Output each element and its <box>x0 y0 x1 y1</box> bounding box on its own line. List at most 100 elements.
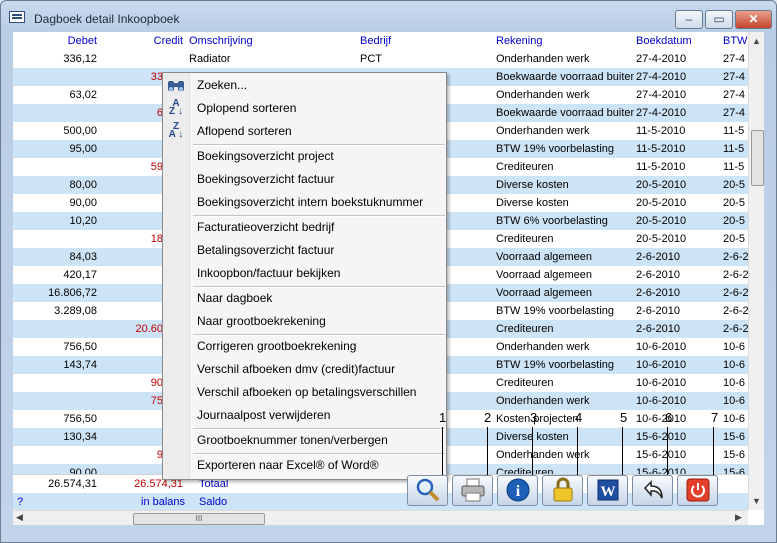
callout-number: 5 <box>620 410 628 425</box>
column-header-credit[interactable]: Credit <box>103 32 183 50</box>
table-row[interactable]: 336,12 Radiator PCT Onderhanden werk 27-4-20… <box>13 50 748 68</box>
cell-datum: 2-6-2010 <box>636 305 681 317</box>
callout-number: 3 <box>530 410 538 425</box>
close-button[interactable]: ✕ <box>735 10 772 29</box>
cell-rekening: Onderhanden werk <box>496 53 590 65</box>
lock-button[interactable] <box>542 475 583 506</box>
cell-debet: 63,02 <box>69 89 97 101</box>
column-header-debet[interactable]: Debet <box>13 32 97 50</box>
menu-item-verschil-afboeken-betalingsverschillen[interactable]: Verschil afboeken op betalingsverschille… <box>197 382 416 402</box>
menu-item-aflopend-sorteren[interactable]: Aflopend sorteren <box>197 121 292 141</box>
cell-debet: 10,20 <box>69 215 97 227</box>
cell-rekening: Voorraad algemeen <box>496 287 593 299</box>
cell-debet: 336,12 <box>63 53 97 65</box>
menu-item-zoeken[interactable]: Zoeken... <box>197 75 247 95</box>
cell-rekening: Kosten projecten <box>496 413 579 425</box>
exit-button[interactable] <box>677 475 718 506</box>
callout-number: 2 <box>484 410 492 425</box>
cell-credit: 90 <box>150 377 163 389</box>
cell-debet: 756,50 <box>63 413 97 425</box>
cell-rekening: Onderhanden werk <box>496 125 590 137</box>
cell-debet: 80,00 <box>69 179 97 191</box>
word-export-button[interactable]: W <box>587 475 628 506</box>
column-header-boekdatum[interactable]: Boekdatum <box>636 32 692 50</box>
cell-credit: 6 <box>156 107 163 119</box>
cell-datum: 27-4-2010 <box>636 53 687 65</box>
menu-item-naar-dagboek[interactable]: Naar dagboek <box>197 288 272 308</box>
vertical-scrollbar[interactable]: ▲ ▼ <box>748 32 764 510</box>
cell-datum: 2-6-2010 <box>636 251 681 263</box>
cell-datum: 11-5-2010 <box>636 125 686 137</box>
vertical-scroll-thumb[interactable] <box>751 130 764 186</box>
cell-rekening: Boekwaarde voorraad buiten <box>496 71 634 83</box>
cell-credit: 20.60 <box>135 323 163 335</box>
cell-datum: 2-6-2010 <box>636 269 681 281</box>
cell-rekening: Onderhanden werk <box>496 395 590 407</box>
callout-number: 1 <box>439 410 447 425</box>
cell-datum: 10-6-2010 <box>636 359 687 371</box>
cell-debet: 95,00 <box>69 143 97 155</box>
column-header-rekening[interactable]: Rekening <box>496 32 542 50</box>
minimize-button[interactable]: ‒ <box>675 10 703 29</box>
binoculars-icon <box>167 79 185 95</box>
cell-debet: 84,03 <box>69 251 97 263</box>
app-icon <box>9 11 25 23</box>
menu-item-inkoopbon-bekijken[interactable]: Inkoopbon/factuur bekijken <box>197 263 340 283</box>
column-header-btw[interactable]: BTW <box>723 32 747 50</box>
menu-item-boekingsoverzicht-project[interactable]: Boekingsoverzicht project <box>197 146 334 166</box>
scroll-right-icon[interactable]: ▶ <box>735 512 742 523</box>
menu-item-boekingsoverzicht-factuur[interactable]: Boekingsoverzicht factuur <box>197 169 334 189</box>
column-header-bedrijf[interactable]: Bedrijf <box>360 32 391 50</box>
scroll-down-icon[interactable]: ▼ <box>752 496 761 506</box>
menu-item-corrigeren-grootboekrekening[interactable]: Corrigeren grootboekrekening <box>197 336 356 356</box>
info-button[interactable]: i <box>497 475 538 506</box>
search-button[interactable] <box>407 475 448 506</box>
cell-rekening: BTW 19% voorbelasting <box>496 143 614 155</box>
cell-datum: 20-5-2010 <box>636 215 687 227</box>
cell-debet: 130,34 <box>63 431 97 443</box>
scroll-left-icon[interactable]: ◀ <box>16 512 23 523</box>
undo-button[interactable] <box>632 475 673 506</box>
cell-rekening: Onderhanden werk <box>496 89 590 101</box>
cell-rekening: Crediteuren <box>496 233 554 245</box>
menu-item-boekingsoverzicht-boekstuk[interactable]: Boekingsoverzicht intern boekstuknummer <box>197 192 423 212</box>
cell-debet: 90,00 <box>69 197 97 209</box>
context-menu: AZ ↓ ZA ↓ Zoeken... Oplopend sorteren Af… <box>162 72 447 480</box>
cell-rekening: Boekwaarde voorraad buiten <box>496 107 634 119</box>
cell-debet: 756,50 <box>63 341 97 353</box>
menu-item-naar-grootboekrekening[interactable]: Naar grootboekrekening <box>197 311 326 331</box>
magnifier-icon <box>416 478 439 502</box>
maximize-button[interactable]: ▭ <box>705 10 733 29</box>
cell-datum: 27-4-2010 <box>636 89 687 101</box>
cell-omschrijving: Radiator <box>189 53 231 65</box>
cell-bedrijf: PCT <box>360 53 382 65</box>
cell-datum: 11-5-2010 <box>636 161 686 173</box>
cell-rekening: Voorraad algemeen <box>496 251 593 263</box>
cell-datum: 20-5-2010 <box>636 197 687 209</box>
horizontal-scrollbar[interactable]: ◀ III ▶ <box>13 510 748 525</box>
menu-item-verschil-afboeken-factuur[interactable]: Verschil afboeken dmv (credit)factuur <box>197 359 395 379</box>
saldo-label: Saldo <box>199 496 228 508</box>
cell-rekening: Onderhanden werk <box>496 449 590 461</box>
scroll-up-icon[interactable]: ▲ <box>752 36 761 46</box>
cell-rekening: Crediteuren <box>496 323 554 335</box>
menu-item-oplopend-sorteren[interactable]: Oplopend sorteren <box>197 98 296 118</box>
horizontal-scroll-thumb[interactable]: III <box>133 513 265 525</box>
cell-datum: 27-4-2010 <box>636 107 687 119</box>
cell-rekening: Onderhanden werk <box>496 341 590 353</box>
cell-debet: 3.289,08 <box>54 305 97 317</box>
menu-item-grootboeknummer-tonen[interactable]: Grootboeknummer tonen/verbergen <box>197 430 388 450</box>
saldo-marker: ? <box>17 496 24 508</box>
cell-datum: 2-6-2010 <box>636 323 681 335</box>
menu-item-facturatieoverzicht-bedrijf[interactable]: Facturatieoverzicht bedrijf <box>197 217 334 237</box>
printer-icon <box>461 478 484 502</box>
callout-number: 7 <box>711 410 719 425</box>
svg-text:i: i <box>515 483 520 500</box>
cell-rekening: BTW 6% voorbelasting <box>496 215 608 227</box>
print-button[interactable] <box>452 475 493 506</box>
menu-item-journaalpost-verwijderen[interactable]: Journaalpost verwijderen <box>197 405 330 425</box>
menu-item-betalingsoverzicht-factuur[interactable]: Betalingsoverzicht factuur <box>197 240 334 260</box>
menu-item-exporteren[interactable]: Exporteren naar Excel® of Word® <box>197 455 379 475</box>
column-header-omschrijving[interactable]: Omschrijving <box>189 32 253 50</box>
cell-datum: 20-5-2010 <box>636 233 687 245</box>
